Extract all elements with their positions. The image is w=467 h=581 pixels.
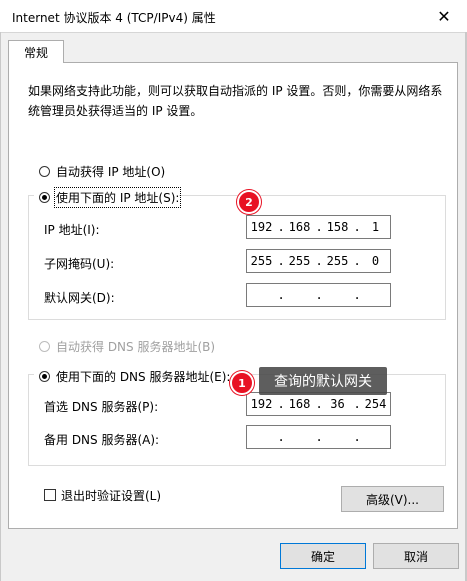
ok-button[interactable]: 确定 xyxy=(280,543,366,569)
alternate-dns-label: 备用 DNS 服务器(A): xyxy=(44,433,160,447)
default-gateway-label: 默认网关(D): xyxy=(44,291,115,305)
mask-octet-3: 255 xyxy=(326,254,349,268)
close-icon[interactable]: ✕ xyxy=(430,4,458,28)
octet-separator: . xyxy=(277,397,285,411)
octet-separator: . xyxy=(277,430,285,444)
manual-dns-radio[interactable] xyxy=(39,371,50,382)
manual-dns-label[interactable]: 使用下面的 DNS 服务器地址(E): xyxy=(56,368,230,385)
pdns-octet-4: 254 xyxy=(364,397,387,411)
preferred-dns-label: 首选 DNS 服务器(P): xyxy=(44,400,159,414)
annotation-badge-1: 1 xyxy=(230,371,254,395)
octet-separator: . xyxy=(315,288,323,302)
octet-separator: . xyxy=(353,430,361,444)
validate-checkbox[interactable] xyxy=(44,489,56,501)
octet-separator: . xyxy=(353,397,361,411)
frame-left-border xyxy=(0,32,1,581)
octet-separator: . xyxy=(353,220,361,234)
octet-separator: . xyxy=(277,254,285,268)
ip-octet-4: 1 xyxy=(371,220,380,234)
octet-separator: . xyxy=(277,288,285,302)
mask-octet-4: 0 xyxy=(371,254,380,268)
advanced-button[interactable]: 高级(V)... xyxy=(341,486,444,512)
preferred-dns-input[interactable]: 192. 168. 36. 254 xyxy=(246,392,391,416)
default-gateway-input[interactable]: . . . xyxy=(246,283,391,307)
octet-separator: . xyxy=(353,288,361,302)
cancel-button[interactable]: 取消 xyxy=(373,543,459,569)
auto-ip-radio[interactable] xyxy=(39,166,50,177)
auto-dns-radio[interactable] xyxy=(39,341,50,352)
alternate-dns-input[interactable]: . . . xyxy=(246,425,391,449)
mask-octet-1: 255 xyxy=(250,254,273,268)
octet-separator: . xyxy=(315,397,323,411)
octet-separator: . xyxy=(315,430,323,444)
ip-octet-1: 192 xyxy=(250,220,273,234)
octet-separator: . xyxy=(353,254,361,268)
ip-octet-3: 158 xyxy=(326,220,349,234)
pdns-octet-3: 36 xyxy=(330,397,345,411)
ip-address-input[interactable]: 192. 168. 158. 1 xyxy=(246,215,391,239)
manual-ip-radio[interactable] xyxy=(39,192,50,203)
auto-ip-label[interactable]: 自动获得 IP 地址(O) xyxy=(56,163,165,180)
ip-octet-2: 168 xyxy=(288,220,311,234)
subnet-mask-input[interactable]: 255. 255. 255. 0 xyxy=(246,249,391,273)
pdns-octet-1: 192 xyxy=(250,397,273,411)
pdns-octet-2: 168 xyxy=(288,397,311,411)
auto-dns-label[interactable]: 自动获得 DNS 服务器地址(B) xyxy=(56,338,215,355)
subnet-mask-label: 子网掩码(U): xyxy=(44,257,115,271)
octet-separator: . xyxy=(315,220,323,234)
description-text: 如果网络支持此功能，则可以获取自动指派的 IP 设置。否则，你需要从网络系统管理… xyxy=(28,84,443,118)
octet-separator: . xyxy=(277,220,285,234)
window-title: Internet 协议版本 4 (TCP/IPv4) 属性 xyxy=(12,11,216,25)
annotation-callout: 查询的默认网关 xyxy=(259,367,387,395)
mask-octet-2: 255 xyxy=(288,254,311,268)
validate-label[interactable]: 退出时验证设置(L) xyxy=(61,487,161,504)
annotation-badge-2: 2 xyxy=(237,190,261,214)
manual-ip-label[interactable]: 使用下面的 IP 地址(S): xyxy=(53,187,182,208)
tab-general[interactable]: 常规 xyxy=(8,40,64,63)
frame-divider xyxy=(0,32,467,33)
ip-address-label: IP 地址(I): xyxy=(44,223,100,237)
octet-separator: . xyxy=(315,254,323,268)
